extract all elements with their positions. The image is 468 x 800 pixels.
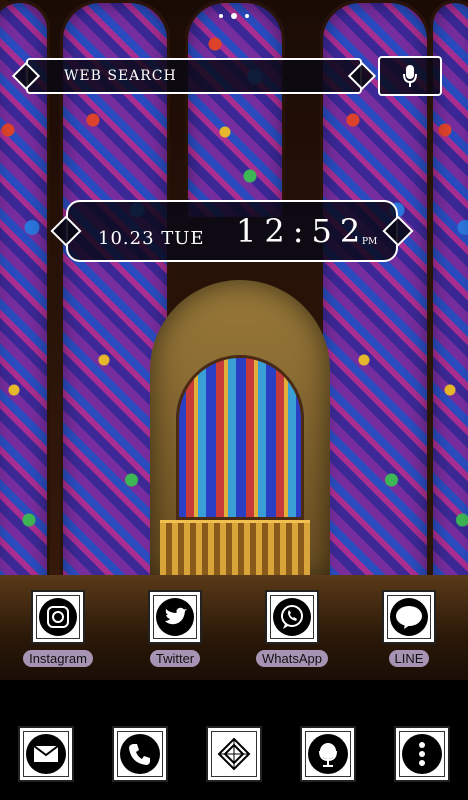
mail-button[interactable] <box>18 726 74 782</box>
app-whatsapp[interactable]: WhatsApp <box>247 590 337 667</box>
app-drawer-icon <box>217 737 251 771</box>
app-twitter[interactable]: Twitter <box>130 590 220 667</box>
menu-icon <box>402 734 442 774</box>
wallpaper <box>0 0 468 680</box>
golden-balcony <box>160 520 310 578</box>
line-icon <box>382 590 436 644</box>
app-drawer-button[interactable] <box>206 726 262 782</box>
whatsapp-icon <box>265 590 319 644</box>
app-instagram[interactable]: Instagram <box>13 590 103 667</box>
page-dot-active <box>231 12 237 19</box>
clock-ampm: PM <box>362 237 378 247</box>
twitter-icon <box>148 590 202 644</box>
globe-icon <box>308 734 348 774</box>
stained-glass-window <box>185 0 285 220</box>
app-line[interactable]: LINE <box>364 590 454 667</box>
app-label: LINE <box>388 650 430 667</box>
microphone-icon <box>403 65 417 87</box>
app-label: Twitter <box>149 650 201 667</box>
mail-icon <box>26 734 66 774</box>
app-label: WhatsApp <box>256 650 328 667</box>
web-search-label: WEB SEARCH <box>64 68 177 84</box>
clock-date: 10.23 TUE <box>98 228 205 249</box>
page-dot <box>245 13 249 18</box>
page-indicator <box>0 5 468 24</box>
phone-button[interactable] <box>112 726 168 782</box>
voice-search-button[interactable] <box>378 56 442 96</box>
page-dot <box>219 13 223 18</box>
instagram-icon <box>31 590 85 644</box>
browser-button[interactable] <box>300 726 356 782</box>
menu-button[interactable] <box>394 726 450 782</box>
phone-icon <box>120 734 160 774</box>
web-search-bar[interactable]: WEB SEARCH <box>26 58 362 94</box>
stained-glass-window <box>430 0 468 650</box>
app-label: Instagram <box>23 650 93 667</box>
clock-time: 12:52 <box>236 212 369 250</box>
chapel-window <box>176 355 304 520</box>
stained-glass-window <box>0 0 50 650</box>
clock-widget[interactable]: 10.23 TUE 12:52 PM <box>66 200 398 262</box>
